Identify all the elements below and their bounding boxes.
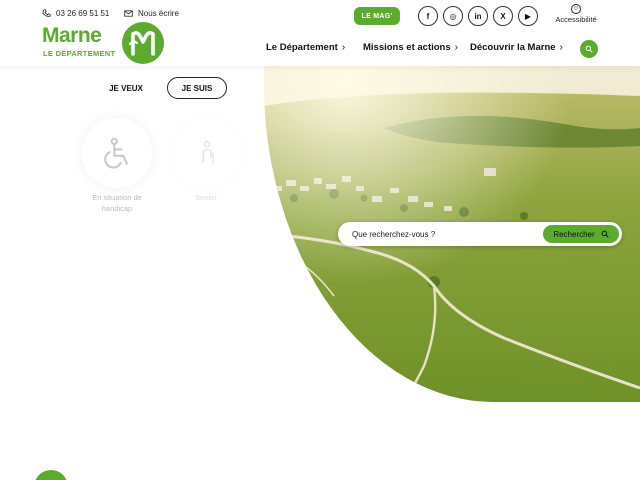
- chevron-right-icon: ›: [454, 42, 458, 53]
- logo-subtitle: LE DÉPARTEMENT: [43, 49, 116, 58]
- social-links: f ◎ in X ▶: [418, 6, 538, 26]
- profile-card-label: Senior: [195, 193, 217, 202]
- profile-card-label: En situation de handicap: [92, 193, 142, 213]
- site-logo[interactable]: Marne LE DÉPARTEMENT: [42, 22, 166, 64]
- mail-icon: [124, 10, 133, 17]
- logo-m-icon: [128, 31, 155, 56]
- nav-item-label: Découvrir la Marne: [470, 42, 556, 53]
- youtube-icon[interactable]: ▶: [518, 6, 538, 26]
- profile-card-handicap[interactable]: [82, 118, 152, 188]
- accessibility-label: Accessibilité: [555, 15, 597, 24]
- phone-number: 03 26 69 51 51: [56, 9, 110, 18]
- header-search-button[interactable]: [580, 40, 598, 58]
- logo-word: Marne: [42, 24, 102, 47]
- nav-item-label: Missions et actions: [363, 42, 451, 53]
- site-header: 03 26 69 51 51 Nous écrire Marne LE DÉPA…: [0, 0, 640, 66]
- search-input[interactable]: [352, 226, 532, 242]
- mail-label: Nous écrire: [138, 9, 179, 18]
- instagram-icon[interactable]: ◎: [443, 6, 463, 26]
- chevron-right-icon: ›: [559, 42, 563, 53]
- search-button-label: Rechercher: [553, 229, 595, 239]
- accessibility-button[interactable]: ☺ Accessibilité: [548, 4, 604, 24]
- mag-button[interactable]: LE MAG': [354, 7, 400, 25]
- tab-je-veux[interactable]: JE VEUX: [96, 77, 156, 99]
- facebook-icon[interactable]: f: [418, 6, 438, 26]
- nav-item-missions[interactable]: Missions et actions ›: [363, 42, 458, 53]
- x-icon[interactable]: X: [493, 6, 513, 26]
- profile-card-senior[interactable]: [172, 118, 242, 188]
- phone-link[interactable]: 03 26 69 51 51: [42, 9, 109, 18]
- chevron-right-icon: ›: [341, 42, 346, 53]
- tab-je-suis[interactable]: JE SUIS: [167, 77, 227, 99]
- accessibility-icon: ☺: [571, 4, 581, 14]
- nav-item-label: Le Département: [266, 42, 338, 53]
- wheelchair-icon: [104, 137, 128, 169]
- mail-link[interactable]: Nous écrire: [124, 9, 179, 18]
- logo-emblem: [122, 22, 164, 64]
- search-button[interactable]: Rechercher: [543, 225, 619, 243]
- decorative-logo-mark: [34, 470, 68, 480]
- nav-item-decouvrir[interactable]: Découvrir la Marne ›: [470, 42, 563, 53]
- hero-search-bar: Rechercher: [338, 222, 622, 246]
- search-icon: [601, 230, 609, 238]
- search-icon: [585, 45, 593, 53]
- phone-icon: [42, 9, 51, 17]
- nav-item-departement[interactable]: Le Département ›: [266, 42, 345, 53]
- linkedin-icon[interactable]: in: [468, 6, 488, 26]
- senior-icon: [202, 140, 214, 164]
